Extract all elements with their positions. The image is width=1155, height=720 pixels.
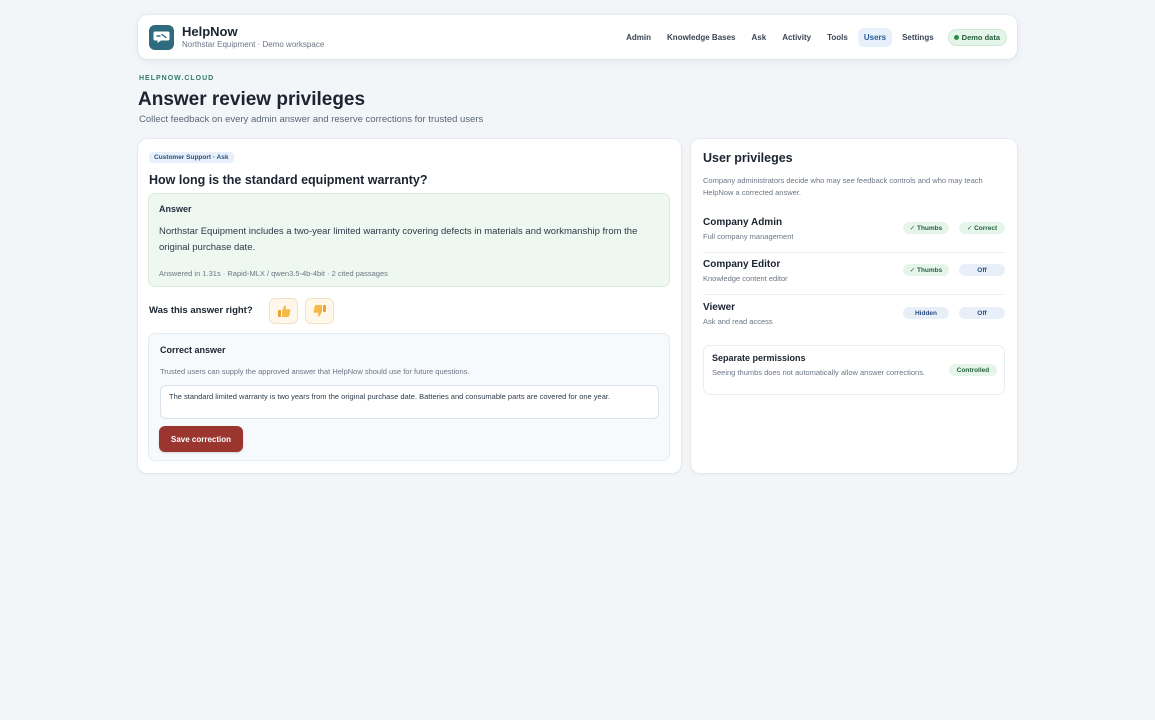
top-bar: HelpNow Northstar Equipment · Demo works…: [138, 15, 1017, 59]
role-description: Knowledge content editor: [703, 274, 788, 283]
save-correction-button[interactable]: Save correction: [159, 426, 243, 452]
feedback-question: Was this answer right?: [149, 305, 253, 316]
separate-permissions-description: Seeing thumbs does not automatically all…: [712, 368, 926, 377]
privileges-description: Company administrators decide who may se…: [703, 176, 983, 197]
privileges-card: User privileges Company administrators d…: [691, 139, 1017, 473]
feedback-permission-badge[interactable]: ✓ Thumbs: [903, 222, 949, 234]
main-nav: Admin Knowledge Bases Ask Activity Tools…: [620, 27, 1007, 47]
nav-admin[interactable]: Admin: [620, 28, 657, 47]
question-text: How long is the standard equipment warra…: [149, 173, 428, 187]
nav-users[interactable]: Users: [857, 27, 893, 47]
nav-tools[interactable]: Tools: [821, 28, 854, 47]
nav-settings[interactable]: Settings: [896, 28, 940, 47]
role-description: Ask and read access: [703, 317, 773, 326]
page-eyebrow: HELPNOW.CLOUD: [139, 75, 215, 82]
correction-panel: Correct answer Trusted users can supply …: [148, 333, 670, 461]
role-name: Company Editor: [703, 259, 781, 270]
brand: HelpNow Northstar Equipment · Demo works…: [182, 24, 324, 50]
demo-data-badge[interactable]: Demo data: [947, 28, 1007, 46]
nav-ask[interactable]: Ask: [746, 28, 773, 47]
feedback-permission-badge[interactable]: Hidden: [903, 307, 949, 319]
thumbs-down-icon: [313, 305, 326, 317]
answer-card: Customer Support · Ask How long is the s…: [138, 139, 681, 473]
role-row-company-editor: Company Editor Knowledge content editor …: [703, 259, 1005, 295]
controlled-badge: Controlled: [949, 364, 997, 376]
thumbs-down-button[interactable]: [305, 298, 334, 324]
helpnow-logo-icon[interactable]: [149, 24, 174, 50]
nav-knowledge-bases[interactable]: Knowledge Bases: [661, 28, 741, 47]
answer-meta: Answered in 1.31s · Rapid-MLX / qwen3.5-…: [159, 269, 388, 278]
feedback-permission-badge[interactable]: ✓ Thumbs: [903, 264, 949, 276]
role-name: Company Admin: [703, 217, 783, 228]
correction-help: Trusted users can supply the approved an…: [160, 367, 470, 376]
correction-input[interactable]: The standard limited warranty is two yea…: [160, 385, 659, 419]
role-description: Full company management: [703, 232, 794, 241]
answer-text: Northstar Equipment includes a two-year …: [159, 226, 638, 253]
thumbs-up-icon: [277, 305, 290, 317]
correction-permission-badge[interactable]: Off: [959, 307, 1005, 319]
separate-permissions-box: Separate permissions Seeing thumbs does …: [703, 345, 1005, 395]
nav-activity[interactable]: Activity: [776, 28, 817, 47]
app-name: HelpNow: [182, 24, 238, 39]
role-row-viewer: Viewer Ask and read access Hidden Off: [703, 302, 1005, 338]
role-name: Viewer: [703, 302, 736, 313]
role-row-company-admin: Company Admin Full company management ✓ …: [703, 217, 1005, 253]
correction-title: Correct answer: [160, 345, 226, 355]
thumbs-up-button[interactable]: [269, 298, 298, 324]
answer-label: Answer: [159, 204, 192, 214]
answer-box: Answer Northstar Equipment includes a tw…: [148, 193, 670, 287]
page-title: Answer review privileges: [138, 89, 366, 110]
correction-permission-badge[interactable]: ✓ Correct: [959, 222, 1005, 234]
context-tag: Customer Support · Ask: [149, 152, 234, 163]
correction-permission-badge[interactable]: Off: [959, 264, 1005, 276]
separate-permissions-title: Separate permissions: [712, 353, 806, 363]
page-subtitle: Collect feedback on every admin answer a…: [139, 114, 484, 125]
privileges-title: User privileges: [703, 151, 793, 165]
demo-data-label: Demo data: [961, 32, 1000, 42]
status-dot-icon: [953, 34, 959, 40]
workspace-name: Northstar Equipment · Demo workspace: [182, 40, 325, 49]
